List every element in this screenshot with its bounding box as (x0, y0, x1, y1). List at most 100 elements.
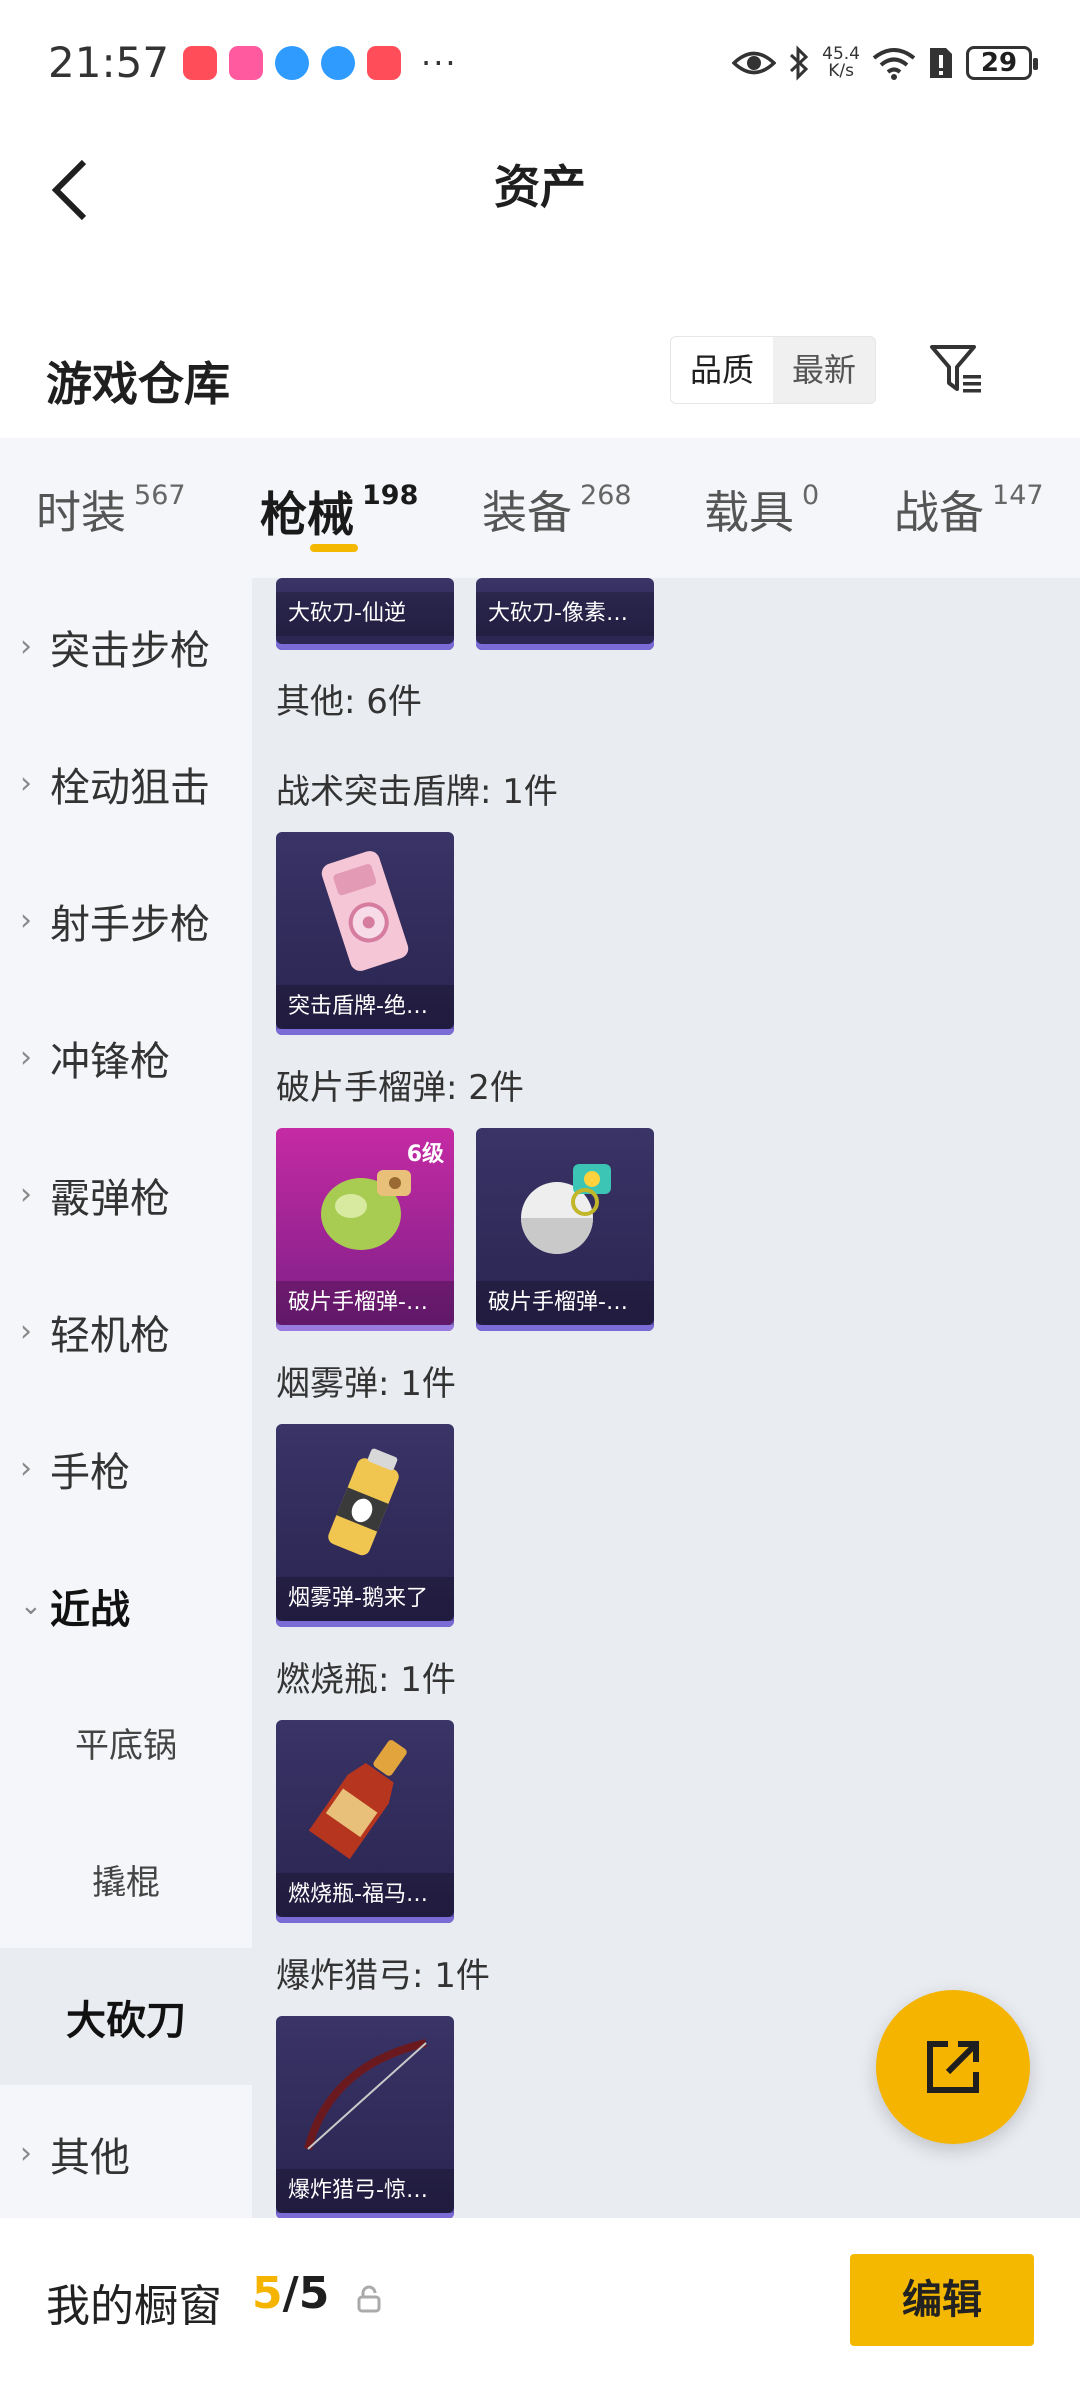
showcase-label: 我的橱窗 (46, 2281, 222, 2332)
item-card[interactable]: 突击盾牌-绝… (276, 832, 454, 1035)
tab-battle-gear[interactable]: 战备 147 (894, 476, 1044, 541)
item-grid: 大砍刀-仙逆 大砍刀-像素… 其他: 6件 战术突击盾牌: 1件 突击盾牌-绝…… (252, 578, 1080, 2218)
network-speed: 45.4 K/s (822, 43, 860, 81)
item-card[interactable]: 烟雾弹-鹅来了 (276, 1424, 454, 1627)
chevron-right-icon: › (20, 2136, 32, 2171)
tab-count: 567 (134, 480, 186, 511)
weapon-type-sidebar: › 突击步枪 › 栓动狙击 › 射手步枪 › 冲锋枪 › 霰弹枪 › 轻机枪 ›… (0, 578, 252, 2218)
shopping-app-icon (367, 45, 402, 80)
share-floating-button[interactable] (876, 1990, 1030, 2144)
item-name: 突击盾牌-绝… (276, 985, 454, 1029)
chevron-right-icon: › (20, 1177, 32, 1212)
top-header: 资产 (0, 125, 1080, 250)
chevron-right-icon: › (20, 903, 32, 938)
item-name: 烟雾弹-鹅来了 (276, 1577, 454, 1621)
sort-quality-button[interactable]: 品质 (671, 337, 773, 403)
notification-icons: ··· (183, 44, 458, 82)
sidebar-item-assault-rifle[interactable]: › 突击步枪 (0, 578, 252, 715)
chevron-right-icon: › (20, 629, 32, 664)
item-card[interactable]: 燃烧瓶-福马… (276, 1720, 454, 1923)
edit-button[interactable]: 编辑 (850, 2254, 1034, 2346)
item-card[interactable]: 破片手榴弹-… (476, 1128, 654, 1331)
bluetooth-icon (790, 44, 809, 81)
sidebar-item-melee[interactable]: ⌄ 近战 (0, 1537, 252, 1674)
lock-icon (357, 2285, 381, 2313)
item-card[interactable]: 爆炸猎弓-惊… (276, 2016, 454, 2218)
tab-label: 载具 (704, 486, 795, 539)
tab-label: 装备 (482, 486, 573, 539)
sidebar-item-label: 其他 (50, 2134, 130, 2181)
status-bar: 21:57 ··· 45.4 K/s 29 (0, 0, 1080, 125)
sidebar-item-label: 近战 (50, 1586, 130, 1633)
sidebar-subitem-crowbar[interactable]: 撬棍 (0, 1811, 252, 1948)
bow-item-image (276, 2016, 454, 2174)
tab-label: 战备 (894, 486, 985, 539)
sidebar-subitem-machete[interactable]: 大砍刀 (0, 1948, 252, 2085)
section-label: 爆炸猎弓: 1件 (276, 1956, 490, 1996)
molotov-item-image (276, 1720, 454, 1878)
sidebar-item-lmg[interactable]: › 轻机枪 (0, 1263, 252, 1400)
smoke-grenade-item-image (276, 1424, 454, 1582)
sidebar-item-marksman-rifle[interactable]: › 射手步枪 (0, 852, 252, 989)
page-title: 资产 (494, 160, 586, 214)
showcase-bar: 我的橱窗 5/5 编辑 (0, 2218, 1080, 2382)
shield-item-image (276, 832, 454, 990)
browser-app-icon (321, 45, 356, 80)
sidebar-item-label: 冲锋枪 (50, 1038, 170, 1085)
section-label: 烟雾弹: 1件 (276, 1364, 456, 1404)
shopping-app-icon (183, 45, 218, 80)
chevron-right-icon: › (20, 1451, 32, 1486)
tab-count: 198 (362, 480, 419, 511)
filter-button[interactable] (922, 336, 992, 402)
sidebar-subitem-frying-pan[interactable]: 平底锅 (0, 1674, 252, 1811)
sidebar-item-pistol[interactable]: › 手枪 (0, 1400, 252, 1537)
tab-equipment[interactable]: 装备 268 (482, 476, 632, 541)
tab-vehicles[interactable]: 载具 0 (704, 476, 819, 541)
active-tab-indicator (310, 544, 358, 552)
sidebar-item-other[interactable]: › 其他 (0, 2085, 252, 2222)
filter-icon (930, 345, 981, 393)
group-header: 其他: 6件 (276, 682, 422, 722)
tab-firearms[interactable]: 枪械 198 (260, 476, 418, 545)
item-card[interactable]: 6级 破片手榴弹-… (276, 1128, 454, 1331)
more-notifications-icon: ··· (421, 43, 458, 82)
sidebar-item-smg[interactable]: › 冲锋枪 (0, 989, 252, 1126)
back-button[interactable] (40, 155, 100, 225)
item-name: 破片手榴弹-… (476, 1281, 654, 1325)
item-name: 破片手榴弹-… (276, 1281, 454, 1325)
item-name: 爆炸猎弓-惊… (276, 2169, 454, 2213)
warehouse-row: 游戏仓库 (0, 320, 1080, 440)
item-name: 大砍刀-像素… (476, 592, 654, 636)
tab-fashion[interactable]: 时装 567 (36, 476, 186, 541)
sort-newest-button[interactable]: 最新 (773, 337, 875, 403)
tab-count: 0 (802, 480, 820, 511)
showcase-count: 5/5 (252, 2268, 330, 2319)
tab-count: 268 (580, 480, 632, 511)
section-label: 战术突击盾牌: 1件 (276, 772, 558, 812)
eye-icon (732, 51, 777, 74)
section-label: 燃烧瓶: 1件 (276, 1660, 456, 1700)
sim-alert-icon (930, 47, 952, 78)
sidebar-item-shotgun[interactable]: › 霰弹枪 (0, 1126, 252, 1263)
section-label: 破片手榴弹: 2件 (276, 1068, 524, 1108)
item-card[interactable]: 大砍刀-像素… (476, 578, 654, 650)
item-level-badge: 6级 (406, 1142, 444, 1167)
tab-label: 枪械 (260, 488, 354, 543)
share-icon (927, 2041, 979, 2093)
sidebar-item-bolt-sniper[interactable]: › 栓动狙击 (0, 715, 252, 852)
item-card[interactable]: 大砍刀-仙逆 (276, 578, 454, 650)
chevron-right-icon: › (20, 766, 32, 801)
chevron-right-icon: › (20, 1040, 32, 1075)
sidebar-item-label: 射手步枪 (50, 901, 210, 948)
category-tabs: 时装 567 枪械 198 装备 268 载具 0 战备 147 (0, 438, 1080, 578)
status-time: 21:57 (48, 38, 170, 87)
wifi-icon (872, 47, 916, 80)
item-name: 燃烧瓶-福马… (276, 1873, 454, 1917)
chevron-right-icon: › (20, 1314, 32, 1349)
sidebar-item-label: 霰弹枪 (50, 1175, 170, 1222)
browser-app-icon (275, 45, 310, 80)
sidebar-item-label: 手枪 (50, 1449, 130, 1496)
bilibili-app-icon (229, 45, 264, 80)
grenade-item-image (476, 1128, 654, 1286)
sidebar-item-label: 轻机枪 (50, 1312, 170, 1359)
